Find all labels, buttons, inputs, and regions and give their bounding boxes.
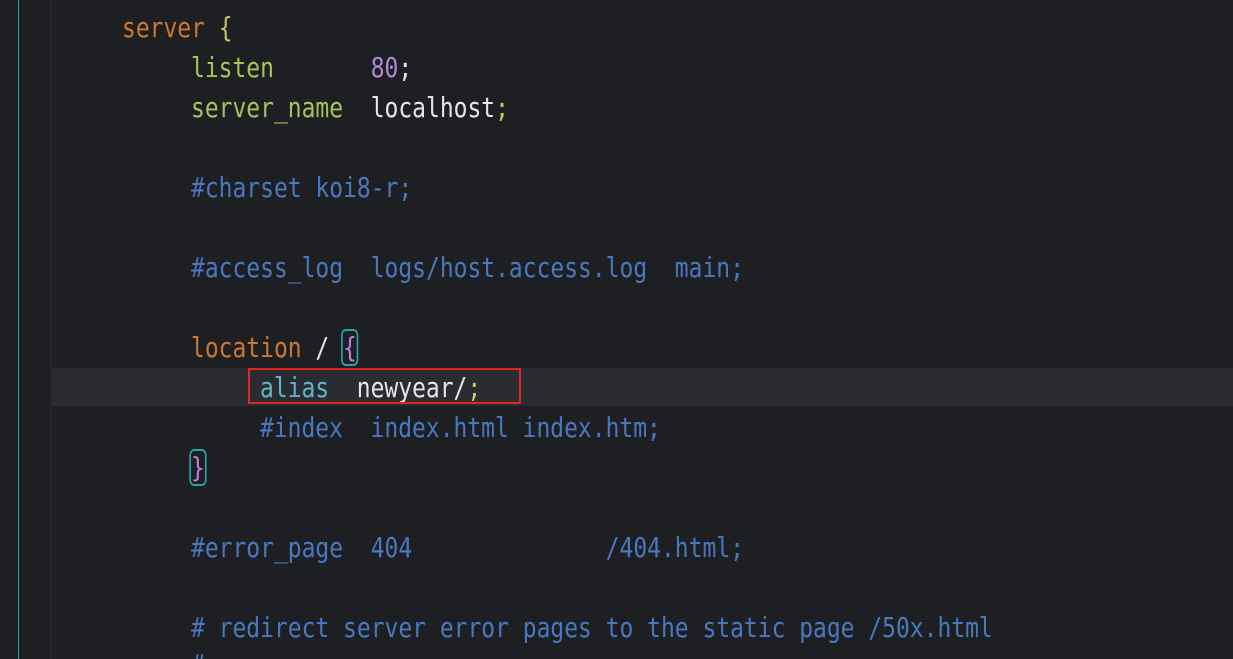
code-line-listen[interactable]: listen 80;: [191, 48, 412, 88]
listen-port-value: 80: [370, 51, 399, 84]
code-line-access-log-comment[interactable]: #access_log logs/host.access.log main;: [191, 248, 744, 288]
current-line-highlight: [51, 368, 1233, 406]
location-open-brace: {: [341, 329, 359, 366]
code-line-index-comment[interactable]: #index index.html index.htm;: [260, 408, 661, 448]
server-keyword: server: [122, 11, 205, 44]
listen-keyword: listen: [191, 51, 274, 84]
code-line-partial-comment[interactable]: #: [191, 645, 205, 659]
location-keyword: location: [191, 331, 302, 364]
code-editor[interactable]: server { listen 80; server_name localhos…: [0, 0, 1233, 659]
alias-highlight-box: [248, 368, 521, 404]
code-line-redirect-comment[interactable]: # redirect server error pages to the sta…: [191, 608, 993, 648]
code-line-server[interactable]: server {: [122, 8, 233, 48]
code-line-error-page-comment[interactable]: #error_page 404 /404.html;: [191, 528, 744, 568]
server-open-brace: {: [218, 11, 233, 44]
code-line-charset-comment[interactable]: #charset koi8-r;: [191, 168, 412, 208]
location-close-brace: }: [189, 449, 207, 486]
server-name-keyword: server_name: [191, 91, 344, 124]
semicolon: ;: [398, 51, 413, 84]
code-line-location-close[interactable]: }: [189, 448, 207, 488]
server-name-value: localhost: [370, 91, 496, 124]
location-path: /: [315, 331, 330, 364]
code-line-location[interactable]: location / {: [191, 328, 359, 368]
semicolon: ;: [495, 91, 509, 124]
indent-guide-active: [18, 0, 19, 659]
code-line-server-name[interactable]: server_name localhost;: [191, 88, 509, 128]
indent-guide: [51, 0, 52, 659]
